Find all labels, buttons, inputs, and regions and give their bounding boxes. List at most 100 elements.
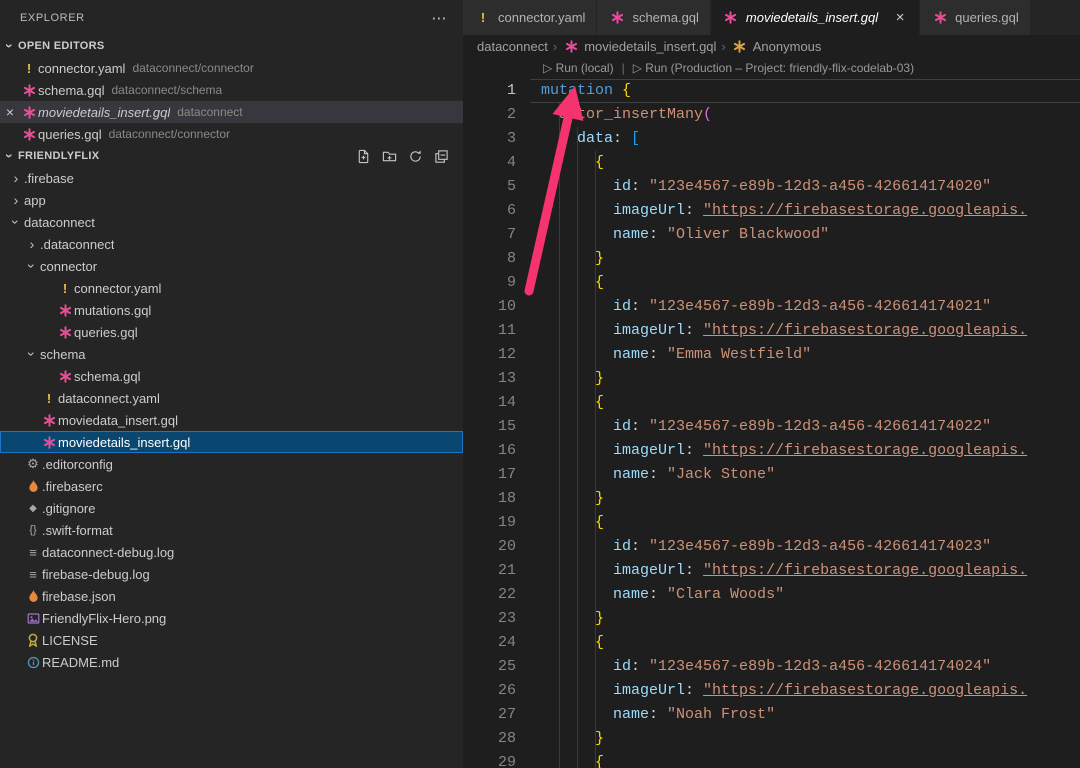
open-editors-header[interactable]: › OPEN EDITORS [0, 35, 463, 57]
file-item[interactable]: queries.gql [0, 321, 463, 343]
line-number: 6 [463, 199, 516, 223]
url-link[interactable]: "https://firebasestorage.googleapis. [703, 682, 1027, 699]
code-line[interactable]: 7 name: "Oliver Blackwood" [463, 223, 1080, 247]
code-line[interactable]: 28 } [463, 727, 1080, 751]
code-line[interactable]: 4 { [463, 151, 1080, 175]
file-item[interactable]: ≡firebase-debug.log [0, 563, 463, 585]
file-item[interactable]: ⚙.editorconfig [0, 453, 463, 475]
vscode-window: EXPLORER ⋯ › OPEN EDITORS !connector.yam… [0, 0, 1080, 768]
editor-tab[interactable]: schema.gql [597, 0, 710, 35]
file-item[interactable]: !connector.yaml [0, 277, 463, 299]
code-line[interactable]: 10 id: "123e4567-e89b-12d3-a456-42661417… [463, 295, 1080, 319]
new-folder-icon[interactable] [381, 148, 397, 164]
code-line[interactable]: 29 { [463, 751, 1080, 768]
code-line[interactable]: 21 imageUrl: "https://firebasestorage.go… [463, 559, 1080, 583]
close-icon[interactable]: × [0, 104, 20, 120]
code-line[interactable]: 18 } [463, 487, 1080, 511]
open-editor-description: dataconnect/connector [109, 127, 230, 141]
collapse-all-icon[interactable] [433, 148, 449, 164]
code-line[interactable]: 13 } [463, 367, 1080, 391]
file-item[interactable]: .firebaserc [0, 475, 463, 497]
codelens-run-link[interactable]: ▷ Run (Production – Project: friendly-fl… [633, 61, 914, 75]
file-item[interactable]: schema.gql [0, 365, 463, 387]
open-editor-item[interactable]: schema.gqldataconnect/schema [0, 79, 463, 101]
folder-item[interactable]: ›.firebase [0, 167, 463, 189]
code-line[interactable]: 23 } [463, 607, 1080, 631]
folder-item[interactable]: ›.dataconnect [0, 233, 463, 255]
code-line[interactable]: 14 { [463, 391, 1080, 415]
folder-item[interactable]: ›dataconnect [0, 211, 463, 233]
code-line[interactable]: 17 name: "Jack Stone" [463, 463, 1080, 487]
code-line[interactable]: 11 imageUrl: "https://firebasestorage.go… [463, 319, 1080, 343]
code-line[interactable]: 27 name: "Noah Frost" [463, 703, 1080, 727]
file-item[interactable]: moviedata_insert.gql [0, 409, 463, 431]
file-item[interactable]: firebase.json [0, 585, 463, 607]
open-editor-item[interactable]: ×moviedetails_insert.gqldataconnect [0, 101, 463, 123]
log-file-icon: ≡ [24, 545, 42, 560]
code-line[interactable]: 16 imageUrl: "https://firebasestorage.go… [463, 439, 1080, 463]
file-item[interactable]: LICENSE [0, 629, 463, 651]
editor-tab[interactable]: !connector.yaml [463, 0, 597, 35]
code-line[interactable]: 20 id: "123e4567-e89b-12d3-a456-42661417… [463, 535, 1080, 559]
file-name: FriendlyFlix-Hero.png [42, 611, 166, 626]
file-name: moviedata_insert.gql [58, 413, 178, 428]
code-line[interactable]: 3 data: [ [463, 127, 1080, 151]
code-line[interactable]: 2 actor_insertMany( [463, 103, 1080, 127]
close-icon[interactable]: × [892, 9, 908, 26]
code-line[interactable]: 24 { [463, 631, 1080, 655]
folder-item[interactable]: ›app [0, 189, 463, 211]
folder-name: .firebase [24, 171, 74, 186]
code-text: id: "123e4567-e89b-12d3-a456-42661417402… [541, 655, 991, 679]
breadcrumb-item[interactable]: dataconnect [477, 39, 548, 54]
code-line[interactable]: 26 imageUrl: "https://firebasestorage.go… [463, 679, 1080, 703]
url-link[interactable]: "https://firebasestorage.googleapis. [703, 562, 1027, 579]
more-actions-icon[interactable]: ⋯ [431, 9, 447, 27]
editor-tab[interactable]: queries.gql [920, 0, 1031, 35]
codelens-row: ▷ Run (local)|▷ Run (Production – Projec… [463, 57, 914, 79]
file-item[interactable]: moviedetails_insert.gql [0, 431, 463, 453]
file-item[interactable]: {}.swift-format [0, 519, 463, 541]
file-name: .swift-format [42, 523, 113, 538]
url-link[interactable]: "https://firebasestorage.googleapis. [703, 442, 1027, 459]
code-line[interactable]: 19 { [463, 511, 1080, 535]
breadcrumb-item[interactable]: Anonymous [731, 39, 822, 54]
code-line[interactable]: 8 } [463, 247, 1080, 271]
line-number: 20 [463, 535, 516, 559]
code-text: imageUrl: "https://firebasestorage.googl… [541, 319, 1027, 343]
codelens-run-link[interactable]: ▷ Run (local) [543, 61, 614, 75]
code-line[interactable]: 9 { [463, 271, 1080, 295]
workspace-header[interactable]: › FRIENDLYFLIX [0, 145, 463, 167]
code-line[interactable]: 25 id: "123e4567-e89b-12d3-a456-42661417… [463, 655, 1080, 679]
open-editor-item[interactable]: !connector.yamldataconnect/connector [0, 57, 463, 79]
code-line[interactable]: 6 imageUrl: "https://firebasestorage.goo… [463, 199, 1080, 223]
url-link[interactable]: "https://firebasestorage.googleapis. [703, 202, 1027, 219]
line-number: 22 [463, 583, 516, 607]
file-name: queries.gql [74, 325, 138, 340]
code-line[interactable]: 15 id: "123e4567-e89b-12d3-a456-42661417… [463, 415, 1080, 439]
line-number: 24 [463, 631, 516, 655]
folder-item[interactable]: ›connector [0, 255, 463, 277]
code-text: { [541, 511, 604, 535]
refresh-icon[interactable] [407, 148, 423, 164]
line-number: 25 [463, 655, 516, 679]
code-editor[interactable]: ▷ Run (local)|▷ Run (Production – Projec… [463, 57, 1080, 768]
code-line[interactable]: 22 name: "Clara Woods" [463, 583, 1080, 607]
code-line[interactable]: 12 name: "Emma Westfield" [463, 343, 1080, 367]
file-item[interactable]: ≡dataconnect-debug.log [0, 541, 463, 563]
file-item[interactable]: FriendlyFlix-Hero.png [0, 607, 463, 629]
file-item[interactable]: README.md [0, 651, 463, 673]
breadcrumb-item[interactable]: moviedetails_insert.gql [562, 39, 716, 54]
open-editor-item[interactable]: queries.gqldataconnect/connector [0, 123, 463, 145]
new-file-icon[interactable] [355, 148, 371, 164]
code-line[interactable]: 5 id: "123e4567-e89b-12d3-a456-426614174… [463, 175, 1080, 199]
url-link[interactable]: "https://firebasestorage.googleapis. [703, 322, 1027, 339]
breadcrumb-separator: › [721, 39, 725, 54]
explorer-header: EXPLORER ⋯ [0, 0, 463, 35]
editor-tab[interactable]: moviedetails_insert.gql× [711, 0, 920, 35]
code-line[interactable]: 1mutation { [463, 79, 1080, 103]
editor-tab-bar: !connector.yamlschema.gqlmoviedetails_in… [463, 0, 1080, 35]
file-item[interactable]: !dataconnect.yaml [0, 387, 463, 409]
file-item[interactable]: mutations.gql [0, 299, 463, 321]
file-item[interactable]: ◆.gitignore [0, 497, 463, 519]
folder-item[interactable]: ›schema [0, 343, 463, 365]
